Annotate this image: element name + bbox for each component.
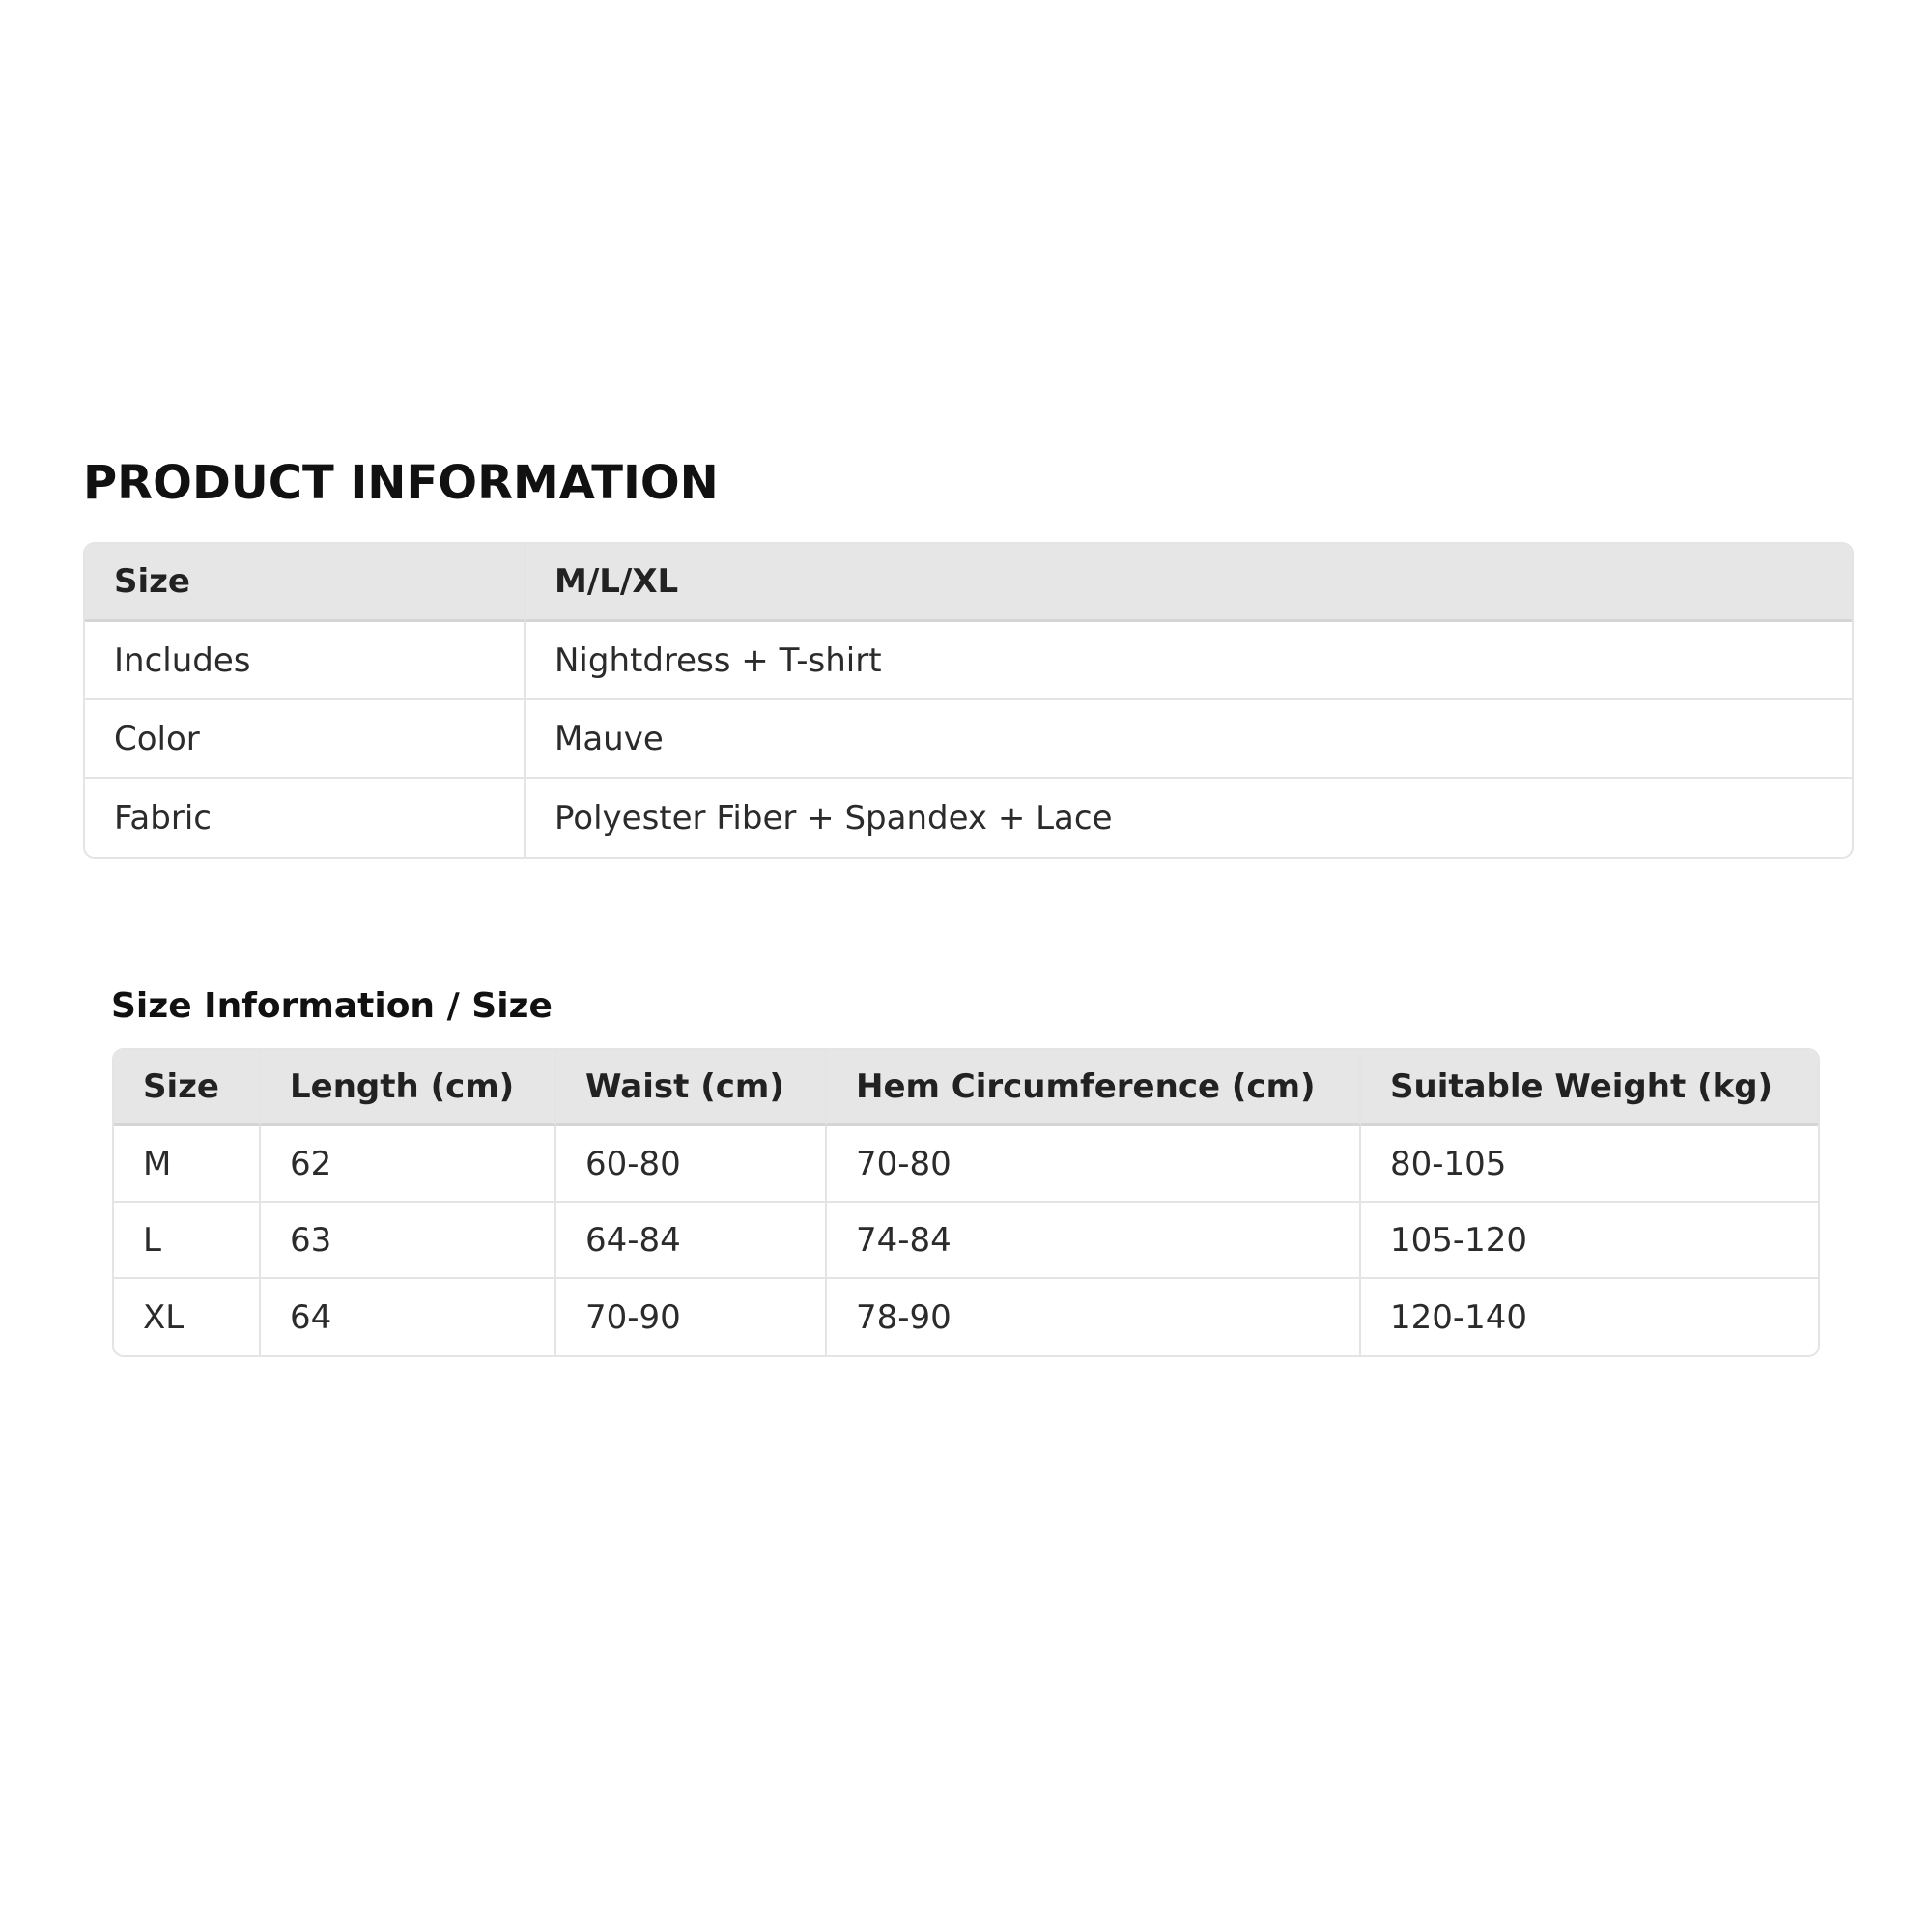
table-cell: 70-80	[827, 1126, 1361, 1203]
info-value-fabric: Polyester Fiber + Spandex + Lace	[554, 798, 1113, 838]
table-row: Fabric Polyester Fiber + Spandex + Lace	[85, 779, 1852, 857]
table-cell: 78-90	[827, 1279, 1361, 1355]
table-row: Color Mauve	[85, 700, 1852, 779]
size-information-title: Size Information / Size	[111, 986, 553, 1026]
product-information-title: PRODUCT INFORMATION	[83, 456, 719, 510]
info-value-includes: Nightdress + T-shirt	[526, 622, 1852, 700]
size-chart-table: Size Length (cm) Waist (cm) Hem Circumfe…	[112, 1048, 1820, 1357]
table-row: XL 64 70-90 78-90 120-140	[114, 1279, 1818, 1355]
info-label-color: Color	[85, 700, 526, 779]
column-header-hem: Hem Circumference (cm)	[827, 1050, 1361, 1126]
table-cell: 60-80	[556, 1126, 827, 1203]
table-cell: 120-140	[1390, 1297, 1528, 1337]
table-cell: 64-84	[556, 1203, 827, 1279]
column-header-waist: Waist (cm)	[556, 1050, 827, 1126]
table-cell: 70-90	[556, 1279, 827, 1355]
table-cell: 80-105	[1361, 1126, 1818, 1203]
table-cell: 63	[261, 1203, 556, 1279]
info-value-size: M/L/XL	[526, 544, 1852, 622]
column-header-length: Length (cm)	[261, 1050, 556, 1126]
product-information-table: Size M/L/XL Includes Nightdress + T-shir…	[83, 542, 1854, 859]
table-row: M 62 60-80 70-80 80-105	[114, 1126, 1818, 1203]
info-label-size: Size	[85, 544, 526, 622]
table-cell: 74-84	[827, 1203, 1361, 1279]
table-row: Size M/L/XL	[85, 544, 1852, 622]
info-label-includes: Includes	[85, 622, 526, 700]
column-header-size: Size	[114, 1050, 261, 1126]
table-cell: L	[114, 1203, 261, 1279]
info-label-fabric: Fabric	[85, 779, 526, 857]
table-cell: 64	[261, 1279, 556, 1355]
table-header-row: Size Length (cm) Waist (cm) Hem Circumfe…	[114, 1050, 1818, 1126]
info-value-color: Mauve	[526, 700, 1852, 779]
table-cell: 105-120	[1361, 1203, 1818, 1279]
table-cell: XL	[114, 1279, 261, 1355]
table-row: Includes Nightdress + T-shirt	[85, 622, 1852, 700]
table-cell: 62	[261, 1126, 556, 1203]
table-cell: M	[114, 1126, 261, 1203]
table-row: L 63 64-84 74-84 105-120	[114, 1203, 1818, 1279]
column-header-weight: Suitable Weight (kg)	[1361, 1050, 1818, 1126]
